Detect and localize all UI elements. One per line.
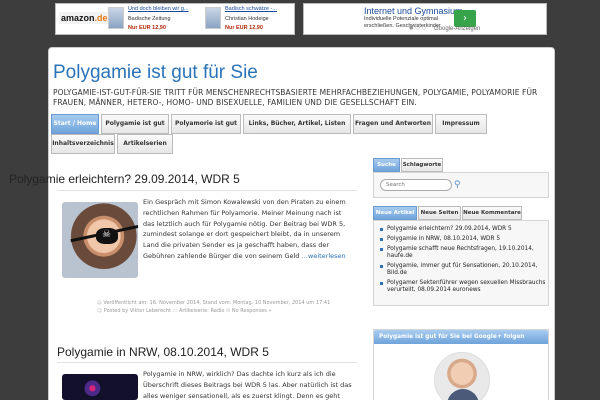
product-price: Nur EUR 12,90: [128, 25, 166, 31]
recent-article-link[interactable]: Polygamer Sektenführer wegen sexuellen M…: [379, 280, 547, 294]
ad-title[interactable]: Internet und Gymnasium: [364, 6, 463, 16]
post-title-1[interactable]: Polygamie erleichtern? 29.09.2014, WDR 5: [9, 172, 240, 186]
google-plus-title[interactable]: Polygamie ist gut für Sie bei Google+ fo…: [374, 330, 548, 344]
post-title-2[interactable]: Polygamie in NRW, 08.10.2014, WDR 5: [57, 345, 269, 359]
carousel-dots[interactable]: ●○○: [409, 25, 428, 31]
product-price: Nur EUR 12,90: [225, 25, 263, 31]
post-thumbnail-2[interactable]: [62, 374, 138, 400]
recent-article-link[interactable]: Polygamie in NRW, 08.10.2014, WDR 5: [379, 236, 547, 243]
post-meta-1: ▤ Veröffentlicht am: 16. November 2014, …: [97, 300, 331, 314]
post-comments[interactable]: No Responses »: [232, 308, 272, 314]
nav-polyamorie[interactable]: Polyamorie ist gut: [171, 114, 241, 134]
arrow-right-icon[interactable]: ›: [454, 10, 476, 27]
tab-schlagworte[interactable]: Schlagworte: [401, 158, 443, 172]
user-icon: ☺: [97, 308, 104, 314]
google-plus-widget: Polygamie ist gut für Sie bei Google+ fo…: [373, 329, 549, 400]
tab-neue-kommentare[interactable]: Neue Kommentare: [462, 206, 522, 220]
product-title[interactable]: Und doch bleiben wir g...: [128, 6, 189, 12]
nav-start-home[interactable]: Start / Home: [51, 114, 99, 134]
recent-articles-list: Polygamie erleichtern? 29.09.2014, WDR 5…: [379, 226, 547, 297]
amazon-ad-banner[interactable]: amazon.de Und doch bleiben wir g... Badi…: [55, 3, 295, 35]
nav-inhaltsverzeichnis[interactable]: Inhaltsverzeichnis: [51, 134, 115, 154]
skull-icon: [96, 228, 118, 244]
nav-impressum[interactable]: Impressum: [435, 114, 487, 134]
read-more-link[interactable]: …weiterlesen: [302, 252, 346, 260]
recent-article-link[interactable]: Polygamie schafft neue Rechtsfragen, 19.…: [379, 246, 547, 260]
ad-label: Google-Anzeigen: [434, 26, 481, 32]
avatar[interactable]: [434, 352, 490, 400]
site-title[interactable]: Polygamie ist gut für Sie: [53, 62, 258, 84]
product-thumbnail[interactable]: [108, 7, 124, 29]
post-excerpt-1: Ein Gespräch mit Simon Kowalewski von de…: [143, 198, 346, 260]
nav-faq[interactable]: Fragen und Antworten: [353, 114, 433, 134]
post-divider: [57, 190, 357, 191]
nav-artikelserien[interactable]: Artikelserien: [117, 134, 173, 154]
post-category[interactable]: Artikelserie: Radio: [179, 308, 225, 314]
post-divider: [57, 362, 357, 363]
product-title[interactable]: Badisch schwätze -...: [225, 6, 277, 12]
amazon-product-2[interactable]: Badisch schwätze -... Christian Hodeige …: [205, 6, 297, 34]
post-author[interactable]: Posted by Viktor Leberecht: [104, 308, 171, 314]
recent-article-link[interactable]: Polygamie, immer gut für Sensationen, 20…: [379, 263, 547, 277]
tab-neue-artikel[interactable]: Neue Artikel: [373, 206, 417, 220]
product-subtitle: Badische Zeitung: [128, 16, 171, 22]
nav-polygamie[interactable]: Polygamie ist gut: [101, 114, 169, 134]
search-icon[interactable]: ⚲: [454, 179, 464, 191]
product-subtitle: Christian Hodeige: [225, 16, 269, 22]
tab-suche[interactable]: Suche: [373, 158, 400, 172]
product-thumbnail[interactable]: [205, 7, 221, 29]
post-thumbnail-1[interactable]: [62, 202, 138, 278]
post-excerpt-2: Polygamie in NRW, wirklich? Das dachte i…: [143, 370, 352, 400]
amazon-product-1[interactable]: Und doch bleiben wir g... Badische Zeitu…: [108, 6, 200, 34]
site-description: POLYGAMIE-IST-GUT-FÜR-SIE TRITT FÜR MENS…: [53, 88, 538, 107]
google-ad-banner[interactable]: Internet und Gymnasium Individuelle Pote…: [303, 3, 547, 35]
nav-links[interactable]: Links, Bücher, Artikel, Listen: [243, 114, 351, 134]
tab-neue-seiten[interactable]: Neue Seiten: [418, 206, 461, 220]
search-input[interactable]: [380, 179, 452, 191]
recent-article-link[interactable]: Polygamie erleichtern? 29.09.2014, WDR 5: [379, 226, 547, 233]
amazon-logo[interactable]: amazon.de: [59, 12, 110, 24]
